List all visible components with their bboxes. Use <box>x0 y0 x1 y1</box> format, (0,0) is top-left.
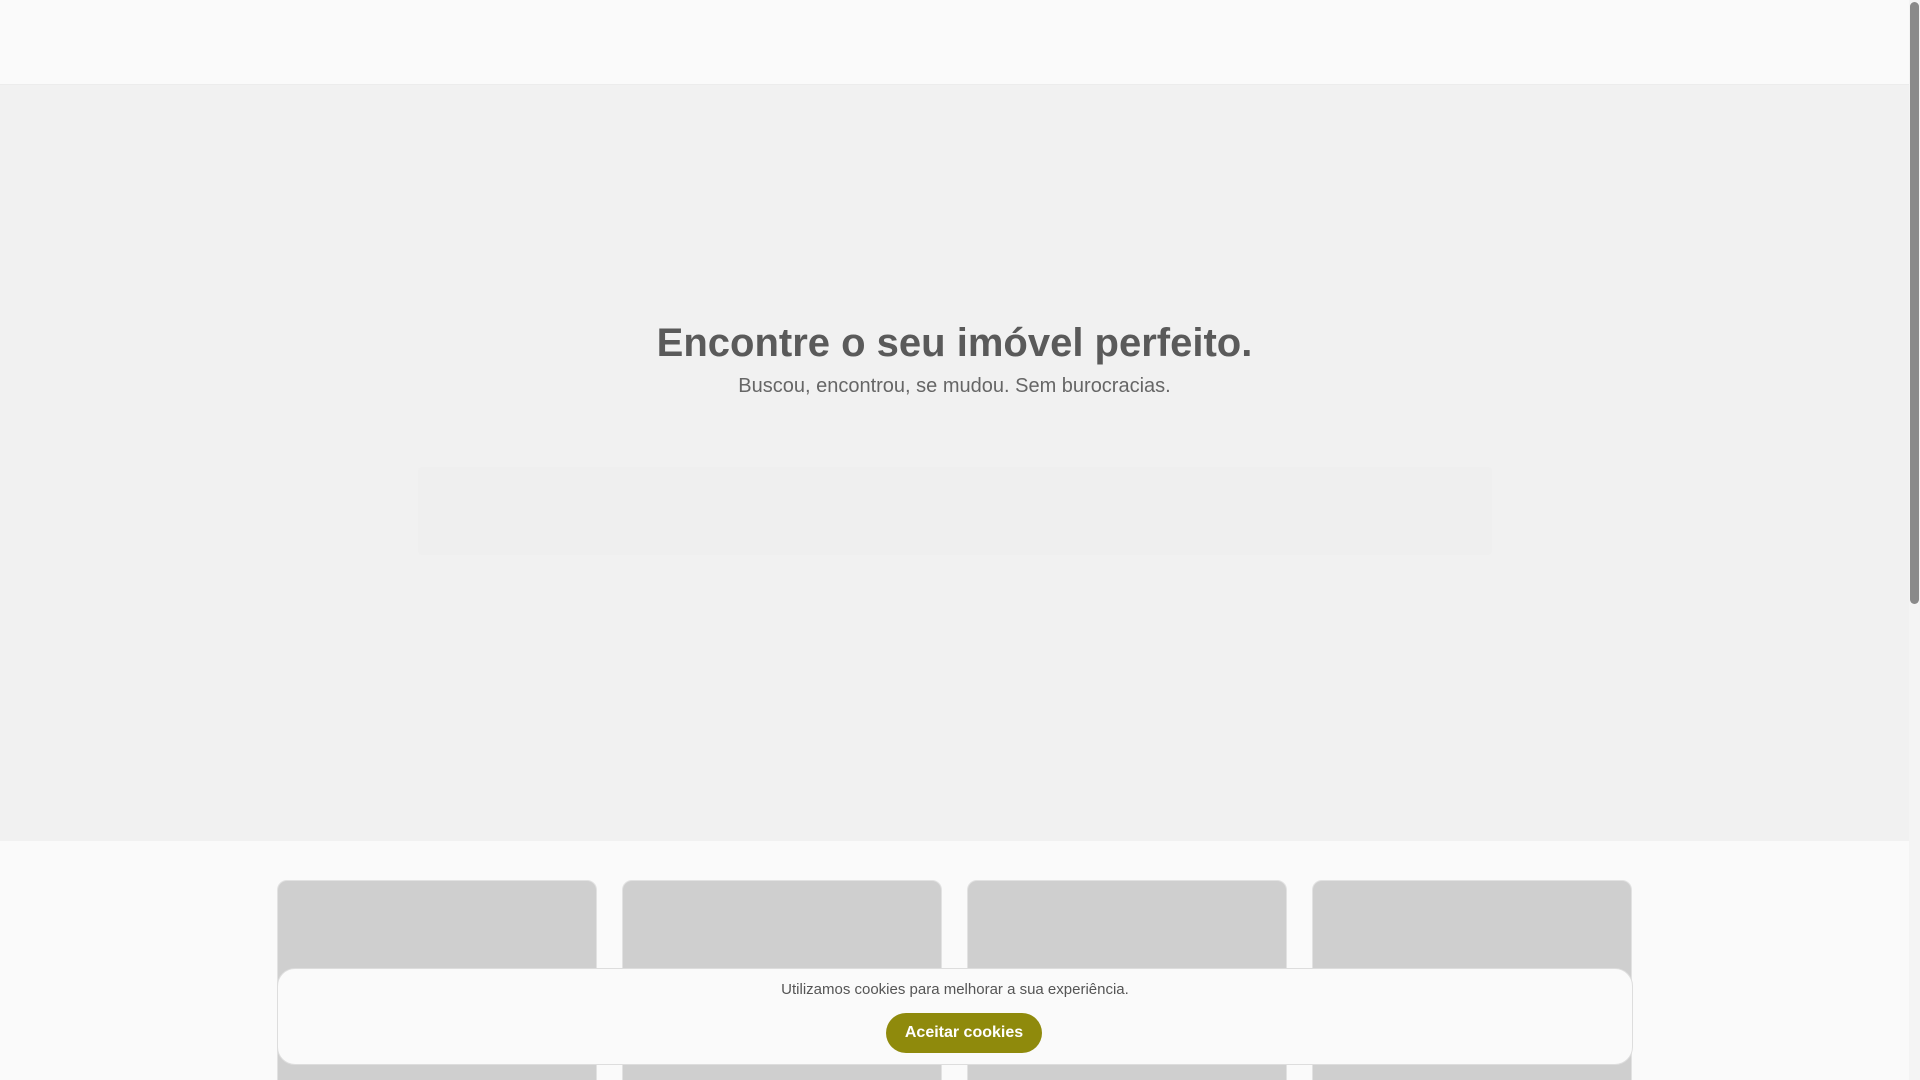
search-area[interactable] <box>418 467 1492 555</box>
hero-subtitle: Buscou, encontrou, se mudou. Sem burocra… <box>738 375 1171 397</box>
cookie-banner: Utilizamos cookies para melhorar a sua e… <box>277 968 1633 1065</box>
accept-cookies-button[interactable]: Aceitar cookies <box>886 1013 1042 1053</box>
scrollbar[interactable] <box>1909 0 1920 1080</box>
top-navigation-bar <box>0 0 1909 85</box>
scrollbar-thumb[interactable] <box>1910 2 1919 604</box>
hero-title: Encontre o seu imóvel perfeito. <box>656 321 1253 365</box>
hero-section: Encontre o seu imóvel perfeito. Buscou, … <box>0 85 1909 841</box>
cookie-message: Utilizamos cookies para melhorar a sua e… <box>781 981 1129 998</box>
page: Encontre o seu imóvel perfeito. Buscou, … <box>0 0 1920 1080</box>
